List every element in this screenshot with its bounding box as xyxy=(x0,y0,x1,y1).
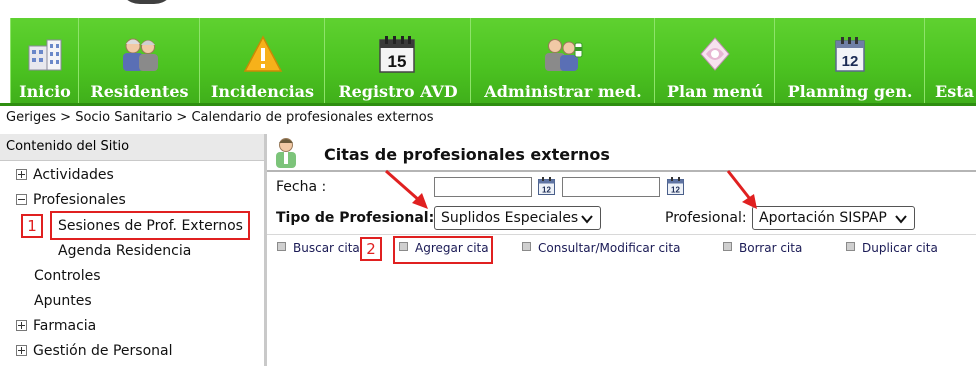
sidebar-item-label: Profesionales xyxy=(33,192,126,208)
svg-text:12: 12 xyxy=(542,186,551,195)
nav-label: Planning gen. xyxy=(787,82,913,101)
chevron-down-icon xyxy=(894,211,908,233)
annotation-arrow-icon xyxy=(385,169,428,209)
nav-label: Registro AVD xyxy=(338,82,458,101)
svg-text:12: 12 xyxy=(842,53,859,70)
calendar-12-icon: 12 xyxy=(828,32,872,76)
title-bar: Citas de profesionales externos xyxy=(267,134,976,172)
profesional-value: Aportación SISPAP xyxy=(759,210,887,226)
sidebar-item-farmacia[interactable]: Farmacia xyxy=(16,318,96,334)
annotation-highlight-box-2 xyxy=(393,236,493,264)
collapse-minus-icon[interactable] xyxy=(16,193,27,205)
borrar-cita-link[interactable]: Borrar cita xyxy=(723,241,802,255)
main-navbar: Inicio Residentes Incidencias 15 Registr… xyxy=(0,18,976,106)
duplicar-cita-link[interactable]: Duplicar cita xyxy=(846,241,938,255)
nav-item-residentes[interactable]: Residentes xyxy=(78,18,200,106)
sidebar-item-agenda-residencia[interactable]: Agenda Residencia xyxy=(58,243,191,259)
sidebar-item-profesionales[interactable]: Profesionales xyxy=(16,192,126,208)
consultar-modificar-cita-link[interactable]: Consultar/Modificar cita xyxy=(522,241,680,255)
bullet-icon xyxy=(522,242,531,251)
hospital-building-icon xyxy=(23,32,67,76)
nav-item-planning-gen[interactable]: 12 Planning gen. xyxy=(774,18,925,106)
calendar-picker-icon[interactable]: 12 xyxy=(667,177,684,195)
bullet-icon xyxy=(277,242,286,251)
profesional-select[interactable]: Aportación SISPAP xyxy=(752,206,915,230)
logo-fragment xyxy=(118,0,176,4)
tipo-profesional-value: Suplidos Especiales xyxy=(441,210,579,226)
annotation-arrow-icon xyxy=(726,170,757,209)
svg-text:12: 12 xyxy=(671,186,680,195)
page-title: Citas de profesionales externos xyxy=(324,145,610,164)
bullet-icon xyxy=(846,242,855,251)
expand-plus-icon[interactable] xyxy=(16,168,27,180)
nav-label: Inicio xyxy=(19,82,71,101)
sidebar-item-label: Agenda Residencia xyxy=(58,243,192,259)
buscar-citas-link[interactable]: Buscar citas xyxy=(277,241,366,255)
annotation-number-2: 2 xyxy=(360,237,382,261)
breadcrumb: Geriges > Socio Sanitario > Calendario d… xyxy=(6,110,434,125)
nav-item-inicio[interactable]: Inicio xyxy=(10,18,79,106)
svg-text:15: 15 xyxy=(388,52,407,71)
sidebar-item-label: Actividades xyxy=(33,167,114,183)
divider xyxy=(267,234,976,235)
nav-label: Incidencias xyxy=(210,82,315,101)
fecha-hasta-input[interactable] xyxy=(562,177,660,197)
fecha-label: Fecha : xyxy=(276,179,327,195)
warning-triangle-icon xyxy=(241,32,285,76)
food-menu-icon xyxy=(693,32,737,76)
expand-plus-icon[interactable] xyxy=(16,319,27,331)
fecha-desde-input[interactable] xyxy=(434,177,532,197)
nurse-medication-icon xyxy=(541,32,585,76)
annotation-number-1: 1 xyxy=(21,214,43,238)
calendar-picker-icon[interactable]: 12 xyxy=(538,177,555,195)
breadcrumb-text: Geriges > Socio Sanitario > Calendario d… xyxy=(6,110,434,125)
tipo-profesional-select[interactable]: Suplidos Especiales xyxy=(434,206,601,230)
nav-item-plan-menu[interactable]: Plan menú xyxy=(654,18,775,106)
sidebar-item-apuntes[interactable]: Apuntes xyxy=(34,293,92,309)
sidebar-item-actividades[interactable]: Actividades xyxy=(16,167,114,183)
expand-plus-icon[interactable] xyxy=(16,344,27,356)
nav-label: Esta xyxy=(935,82,974,101)
sidebar-item-label: Farmacia xyxy=(33,318,97,334)
nav-label: Plan menú xyxy=(666,82,764,101)
nav-item-incidencias[interactable]: Incidencias xyxy=(199,18,325,106)
sidebar: Contenido del Sitio Actividades Profesio… xyxy=(0,134,267,366)
sidebar-item-gestion-personal[interactable]: Gestión de Personal xyxy=(16,343,173,359)
annotation-highlight-box-1 xyxy=(50,211,250,240)
sidebar-item-label: Gestión de Personal xyxy=(33,343,173,359)
chevron-down-icon xyxy=(580,211,594,233)
calendar-15-icon: 15 xyxy=(376,32,420,76)
nav-item-administrar-med[interactable]: Administrar med. xyxy=(470,18,655,106)
nav-item-registro-avd[interactable]: 15 Registro AVD xyxy=(324,18,471,106)
sidebar-item-label: Apuntes xyxy=(34,293,92,309)
professional-person-icon xyxy=(271,136,301,168)
nav-label: Residentes xyxy=(90,82,189,101)
bullet-icon xyxy=(723,242,732,251)
sidebar-item-label: Controles xyxy=(34,268,101,284)
sidebar-item-controles[interactable]: Controles xyxy=(34,268,101,284)
elderly-people-icon xyxy=(118,32,162,76)
nav-label: Administrar med. xyxy=(484,82,642,101)
nav-item-estadisticas[interactable]: Esta xyxy=(924,18,976,106)
sidebar-header: Contenido del Sitio xyxy=(0,134,264,161)
